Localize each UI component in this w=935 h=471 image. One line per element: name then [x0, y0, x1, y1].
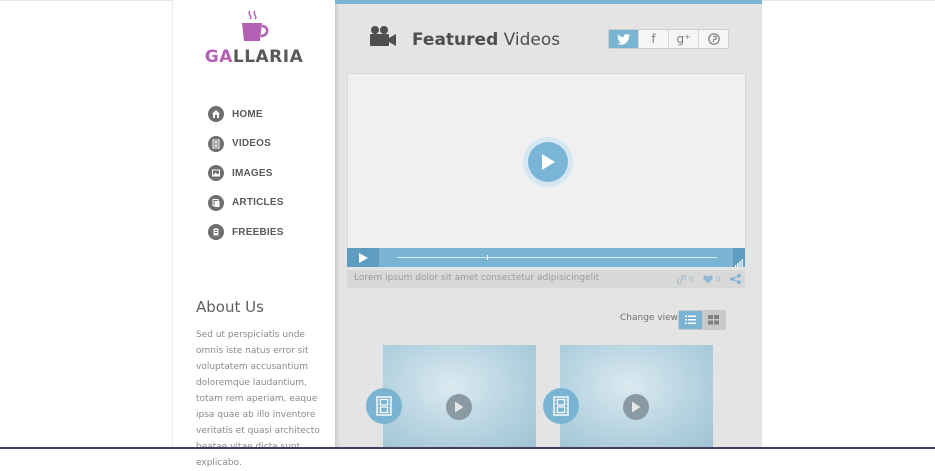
nav-item-articles[interactable]: ARTICLES: [208, 194, 284, 211]
home-icon: [208, 106, 224, 122]
view-mode-toggle: [678, 310, 726, 330]
video-player[interactable]: [347, 73, 746, 250]
play-icon-circle: [528, 142, 568, 182]
film-icon: [208, 135, 224, 152]
page: GALLARIA HOME VIDEOS IMAGES ARTICLES FRE…: [0, 0, 935, 468]
list-view-icon: [685, 315, 696, 324]
video-caption-bar: Lorem ipsum dolor sit amet consectetur a…: [347, 270, 745, 288]
links-stat[interactable]: 0: [677, 274, 694, 284]
image-icon: [208, 165, 224, 181]
panel-top-bar: [335, 0, 762, 4]
change-view-label: Change view :: [620, 313, 684, 323]
nav-label: FREEBIES: [232, 226, 284, 238]
nav-item-home[interactable]: HOME: [208, 106, 284, 122]
big-play-button[interactable]: [523, 137, 573, 187]
facebook-button[interactable]: f: [638, 30, 668, 48]
likes-stat[interactable]: 0: [703, 275, 720, 284]
about-title: About Us: [196, 298, 264, 316]
heart-icon: [703, 275, 713, 283]
volume-bars-icon: [735, 259, 743, 267]
google-plus-icon: g⁺: [676, 32, 691, 46]
link-icon: [677, 274, 687, 284]
nav-label: ARTICLES: [232, 197, 284, 208]
video-caption: Lorem ipsum dolor sit amet consectetur a…: [354, 273, 600, 283]
film-badge: [543, 388, 579, 424]
links-count: 0: [689, 275, 694, 283]
social-share-bar: f g⁺: [608, 29, 729, 49]
facebook-icon: f: [651, 32, 656, 46]
sidebar: GALLARIA HOME VIDEOS IMAGES ARTICLES FRE…: [172, 0, 335, 468]
film-icon: [376, 396, 392, 416]
progress-track[interactable]: [397, 255, 717, 260]
logo-accent: GA: [204, 47, 233, 67]
twitter-icon: [616, 33, 630, 45]
heading-strong: Featured: [412, 30, 499, 50]
film-badge: [366, 388, 402, 424]
video-thumbnail[interactable]: [560, 345, 713, 449]
twitter-button[interactable]: [609, 30, 638, 48]
share-icon[interactable]: [730, 274, 741, 284]
play-icon: [455, 401, 464, 413]
featured-videos-panel: Featured Videos f g⁺ Lorem ipsum dolor s…: [335, 0, 762, 449]
heading-rest: Videos: [498, 30, 561, 50]
thumbnail-play-button[interactable]: [446, 394, 472, 420]
pinterest-button[interactable]: [698, 30, 728, 48]
film-icon: [553, 396, 569, 416]
logo-wordmark[interactable]: GALLARIA: [173, 47, 335, 67]
nav-item-freebies[interactable]: FREEBIES: [208, 224, 284, 240]
freebies-icon: [208, 224, 224, 240]
video-thumbnail[interactable]: [383, 345, 536, 449]
main-nav: HOME VIDEOS IMAGES ARTICLES FREEBIES: [208, 106, 284, 254]
nav-item-images[interactable]: IMAGES: [208, 165, 284, 181]
nav-label: VIDEOS: [232, 138, 271, 149]
play-icon: [358, 252, 368, 263]
google-plus-button[interactable]: g⁺: [668, 30, 698, 48]
control-play-button[interactable]: [347, 248, 379, 267]
list-view-button[interactable]: [679, 311, 702, 329]
likes-count: 0: [716, 275, 720, 283]
grid-view-icon: [708, 315, 719, 325]
volume-button[interactable]: [733, 248, 745, 267]
section-heading: Featured Videos: [412, 30, 560, 50]
logo-rest: LLARIA: [232, 47, 304, 67]
progress-handle[interactable]: [487, 255, 488, 260]
video-camera-icon: [370, 26, 396, 46]
nav-label: IMAGES: [232, 167, 273, 179]
about-text: Sed ut perspiciatis unde omnis iste natu…: [196, 330, 320, 468]
nav-item-videos[interactable]: VIDEOS: [208, 135, 284, 152]
pinterest-icon: [707, 33, 720, 45]
player-controls: [347, 248, 745, 267]
grid-view-button[interactable]: [702, 311, 725, 329]
play-icon: [632, 401, 641, 413]
play-icon: [542, 154, 555, 170]
video-stats: 0 0: [677, 270, 745, 288]
coffee-cup-icon[interactable]: [239, 10, 269, 44]
articles-icon: [208, 194, 224, 211]
thumbnail-play-button[interactable]: [623, 394, 649, 420]
nav-label: HOME: [232, 108, 263, 120]
